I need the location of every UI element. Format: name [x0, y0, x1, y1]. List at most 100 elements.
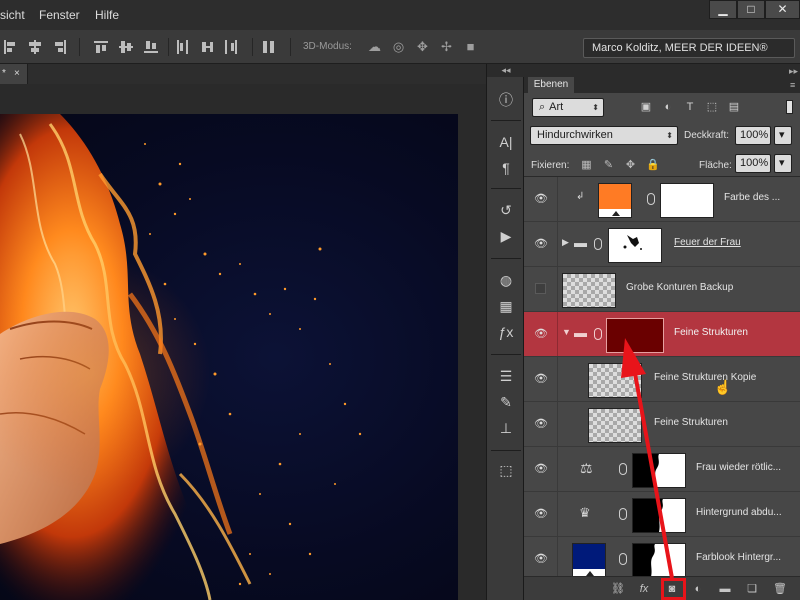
- group-mask-thumbnail[interactable]: [606, 318, 664, 353]
- link-icon[interactable]: [619, 463, 627, 475]
- blend-mode-select[interactable]: Hindurchwirken ⬍: [530, 126, 678, 145]
- auto-align-icon[interactable]: [261, 39, 277, 55]
- opacity-dropdown[interactable]: ▾: [774, 126, 792, 145]
- layer-row[interactable]: 👁 ↲ Farbe des ...: [524, 177, 800, 222]
- visibility-toggle[interactable]: 👁: [524, 312, 558, 356]
- filter-smartobject-icon[interactable]: ▤: [727, 100, 741, 114]
- visibility-toggle[interactable]: 👁: [524, 177, 558, 221]
- 3d-pan-icon[interactable]: ✥: [414, 39, 431, 54]
- visibility-toggle[interactable]: 👁: [524, 447, 558, 491]
- 3d-roll-icon[interactable]: ◎: [390, 39, 407, 54]
- filter-adjustment-icon[interactable]: ◐: [661, 100, 675, 114]
- trash-icon[interactable]: 🗑: [772, 582, 788, 596]
- brush-presets-icon[interactable]: ✎: [495, 392, 517, 412]
- align-left-icon[interactable]: [2, 39, 18, 55]
- distribute-left-icon[interactable]: [175, 39, 191, 55]
- link-icon[interactable]: [619, 508, 627, 520]
- filter-pixel-icon[interactable]: ▣: [639, 100, 653, 114]
- swatches-icon[interactable]: ◍: [495, 270, 517, 290]
- document-tab[interactable]: * ×: [0, 64, 28, 84]
- layer-row[interactable]: 👁 Feine Strukturen Kopie ☝: [524, 357, 800, 402]
- fill-dropdown[interactable]: ▾: [774, 154, 792, 173]
- layer-name: Feine Strukturen Kopie: [654, 372, 757, 383]
- styles-icon[interactable]: ƒx: [495, 322, 517, 342]
- layer-row[interactable]: 👁 Feine Strukturen: [524, 402, 800, 447]
- color-balance-icon: ⚖: [580, 460, 593, 476]
- 3d-icon[interactable]: ⬚: [495, 460, 517, 480]
- character-icon[interactable]: A|: [495, 132, 517, 152]
- filter-type-select[interactable]: ⌕ Art ⬍: [532, 98, 604, 117]
- close-window-button[interactable]: ✕: [765, 0, 800, 19]
- distribute-top-icon[interactable]: [93, 39, 109, 55]
- 3d-rotate-icon[interactable]: ☁: [366, 39, 383, 54]
- layer-row-selected[interactable]: 👁 ▼ ▬ Feine Strukturen: [524, 312, 800, 357]
- layer-row[interactable]: 👁 ▶ ▬ Feuer der Frau: [524, 222, 800, 267]
- link-icon[interactable]: [619, 553, 627, 565]
- visibility-toggle[interactable]: 👁: [524, 402, 558, 446]
- lock-all-icon[interactable]: 🔒: [646, 159, 660, 172]
- mask-thumbnail[interactable]: [632, 453, 686, 488]
- filter-shape-icon[interactable]: ⬚: [705, 100, 719, 114]
- layer-row[interactable]: 👁 ♛ Hintergrund abdu...: [524, 492, 800, 537]
- lock-transparent-icon[interactable]: ▦: [580, 159, 593, 172]
- panel-collapse-icon[interactable]: ▸▸: [789, 66, 798, 77]
- lock-image-icon[interactable]: ✎: [602, 159, 615, 172]
- triangle-down-icon[interactable]: ▼: [562, 327, 571, 337]
- adjustments-icon[interactable]: ☰: [495, 366, 517, 386]
- 3d-slide-icon[interactable]: ✢: [438, 39, 455, 54]
- mask-thumbnail[interactable]: [632, 543, 686, 578]
- panel-menu-icon[interactable]: ≡: [790, 80, 795, 90]
- link-icon[interactable]: [594, 238, 602, 250]
- search-icon: ⌕: [539, 101, 546, 113]
- maximize-button[interactable]: □: [737, 0, 765, 19]
- fill-input[interactable]: 100%: [735, 154, 771, 173]
- menu-item-hilfe[interactable]: Hilfe: [95, 8, 119, 22]
- link-icon[interactable]: [647, 193, 655, 205]
- minimize-button[interactable]: ▁: [709, 0, 737, 19]
- adjustment-layer-icon[interactable]: ◐: [690, 582, 706, 596]
- visibility-toggle[interactable]: 👁: [524, 222, 558, 266]
- navigator-icon[interactable]: ▦: [495, 296, 517, 316]
- actions-icon[interactable]: ▶: [495, 226, 517, 246]
- filter-toggle[interactable]: [786, 100, 793, 114]
- paragraph-icon[interactable]: ¶: [495, 158, 517, 178]
- align-center-icon[interactable]: [27, 39, 43, 55]
- distribute-bottom-icon[interactable]: [143, 39, 159, 55]
- 3d-scale-icon[interactable]: ■: [462, 39, 479, 54]
- group-icon[interactable]: ▬: [717, 582, 733, 596]
- history-icon[interactable]: ↺: [495, 200, 517, 220]
- visibility-toggle[interactable]: 👁: [524, 492, 558, 536]
- link-icon[interactable]: [594, 328, 602, 340]
- filter-type-icon[interactable]: T: [683, 100, 697, 114]
- new-layer-icon[interactable]: ❏: [744, 582, 760, 596]
- close-tab-icon[interactable]: ×: [14, 64, 20, 83]
- distribute-center-icon[interactable]: [118, 39, 134, 55]
- tab-ebenen[interactable]: Ebenen: [528, 77, 574, 93]
- info-icon[interactable]: ⓘ: [495, 90, 517, 110]
- layer-row[interactable]: Grobe Konturen Backup: [524, 267, 800, 312]
- distribute-hcenter-icon[interactable]: [199, 39, 215, 55]
- image-canvas[interactable]: [0, 114, 458, 600]
- align-right-icon[interactable]: [52, 39, 68, 55]
- layer-row[interactable]: 👁 ⚖ Frau wieder rötlic...: [524, 447, 800, 492]
- workspace-selector[interactable]: Marco Kolditz, MEER DER IDEEN®: [583, 38, 795, 58]
- lock-position-icon[interactable]: ✥: [624, 159, 637, 172]
- opacity-input[interactable]: 100%: [735, 126, 771, 145]
- mask-thumbnail[interactable]: [608, 228, 662, 263]
- layer-name: Farbe des ...: [724, 192, 781, 203]
- separator: [79, 38, 80, 56]
- menu-item-ansicht[interactable]: sicht: [0, 8, 25, 22]
- link-layers-icon[interactable]: ⛓: [610, 582, 626, 596]
- fx-icon[interactable]: fx: [636, 582, 652, 596]
- collapse-icons-button[interactable]: ◂◂: [487, 64, 525, 77]
- mask-thumbnail[interactable]: [660, 183, 714, 218]
- distribute-right-icon[interactable]: [223, 39, 239, 55]
- visibility-toggle[interactable]: [524, 267, 558, 311]
- visibility-toggle[interactable]: 👁: [524, 537, 558, 581]
- mask-thumbnail[interactable]: [632, 498, 686, 533]
- menu-item-fenster[interactable]: Fenster: [39, 8, 80, 22]
- visibility-toggle[interactable]: 👁: [524, 357, 558, 401]
- clone-source-icon[interactable]: ⊥: [495, 418, 517, 438]
- mask-shape: [655, 454, 685, 487]
- triangle-right-icon[interactable]: ▶: [562, 237, 569, 248]
